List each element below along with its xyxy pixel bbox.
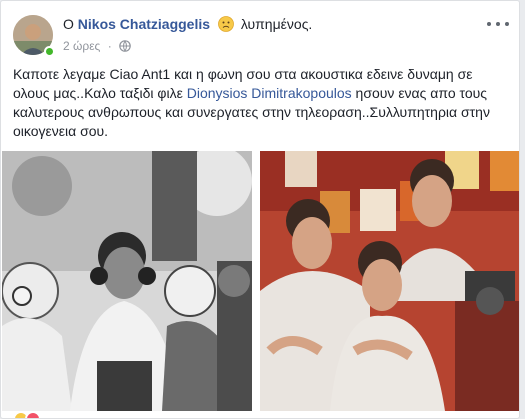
meta-separator: · xyxy=(107,39,112,53)
feeling-prefix: Ο xyxy=(63,16,74,32)
online-status-dot xyxy=(44,46,55,57)
photo-black-and-white[interactable] xyxy=(2,151,252,411)
globe-icon[interactable] xyxy=(119,40,131,55)
post-timestamp[interactable]: 2 ώρες xyxy=(63,39,100,53)
post-meta: 2 ώρες · xyxy=(63,39,131,55)
author-name[interactable]: Nikos Chatziaggelis xyxy=(78,16,210,32)
feeling-text: λυπημένος. xyxy=(240,16,313,32)
sad-face-icon xyxy=(218,16,234,35)
photo-grid xyxy=(1,151,519,411)
love-reaction-icon xyxy=(25,411,41,418)
post-message: Καποτε λεγαμε Ciao Ant1 και η φωνη σου σ… xyxy=(13,65,509,141)
post-card: Ο Nikos Chatziaggelis λυπημένος. 2 ώρες … xyxy=(0,0,520,419)
reaction-icons[interactable] xyxy=(13,411,73,418)
photo-color-group[interactable] xyxy=(260,151,519,411)
more-options-icon[interactable] xyxy=(487,17,509,31)
post-header: Ο Nikos Chatziaggelis λυπημένος. 2 ώρες … xyxy=(13,13,509,57)
post-header-line: Ο Nikos Chatziaggelis λυπημένος. xyxy=(63,16,312,35)
tagged-person-link[interactable]: Dionysios Dimitrakopoulos xyxy=(187,85,352,101)
